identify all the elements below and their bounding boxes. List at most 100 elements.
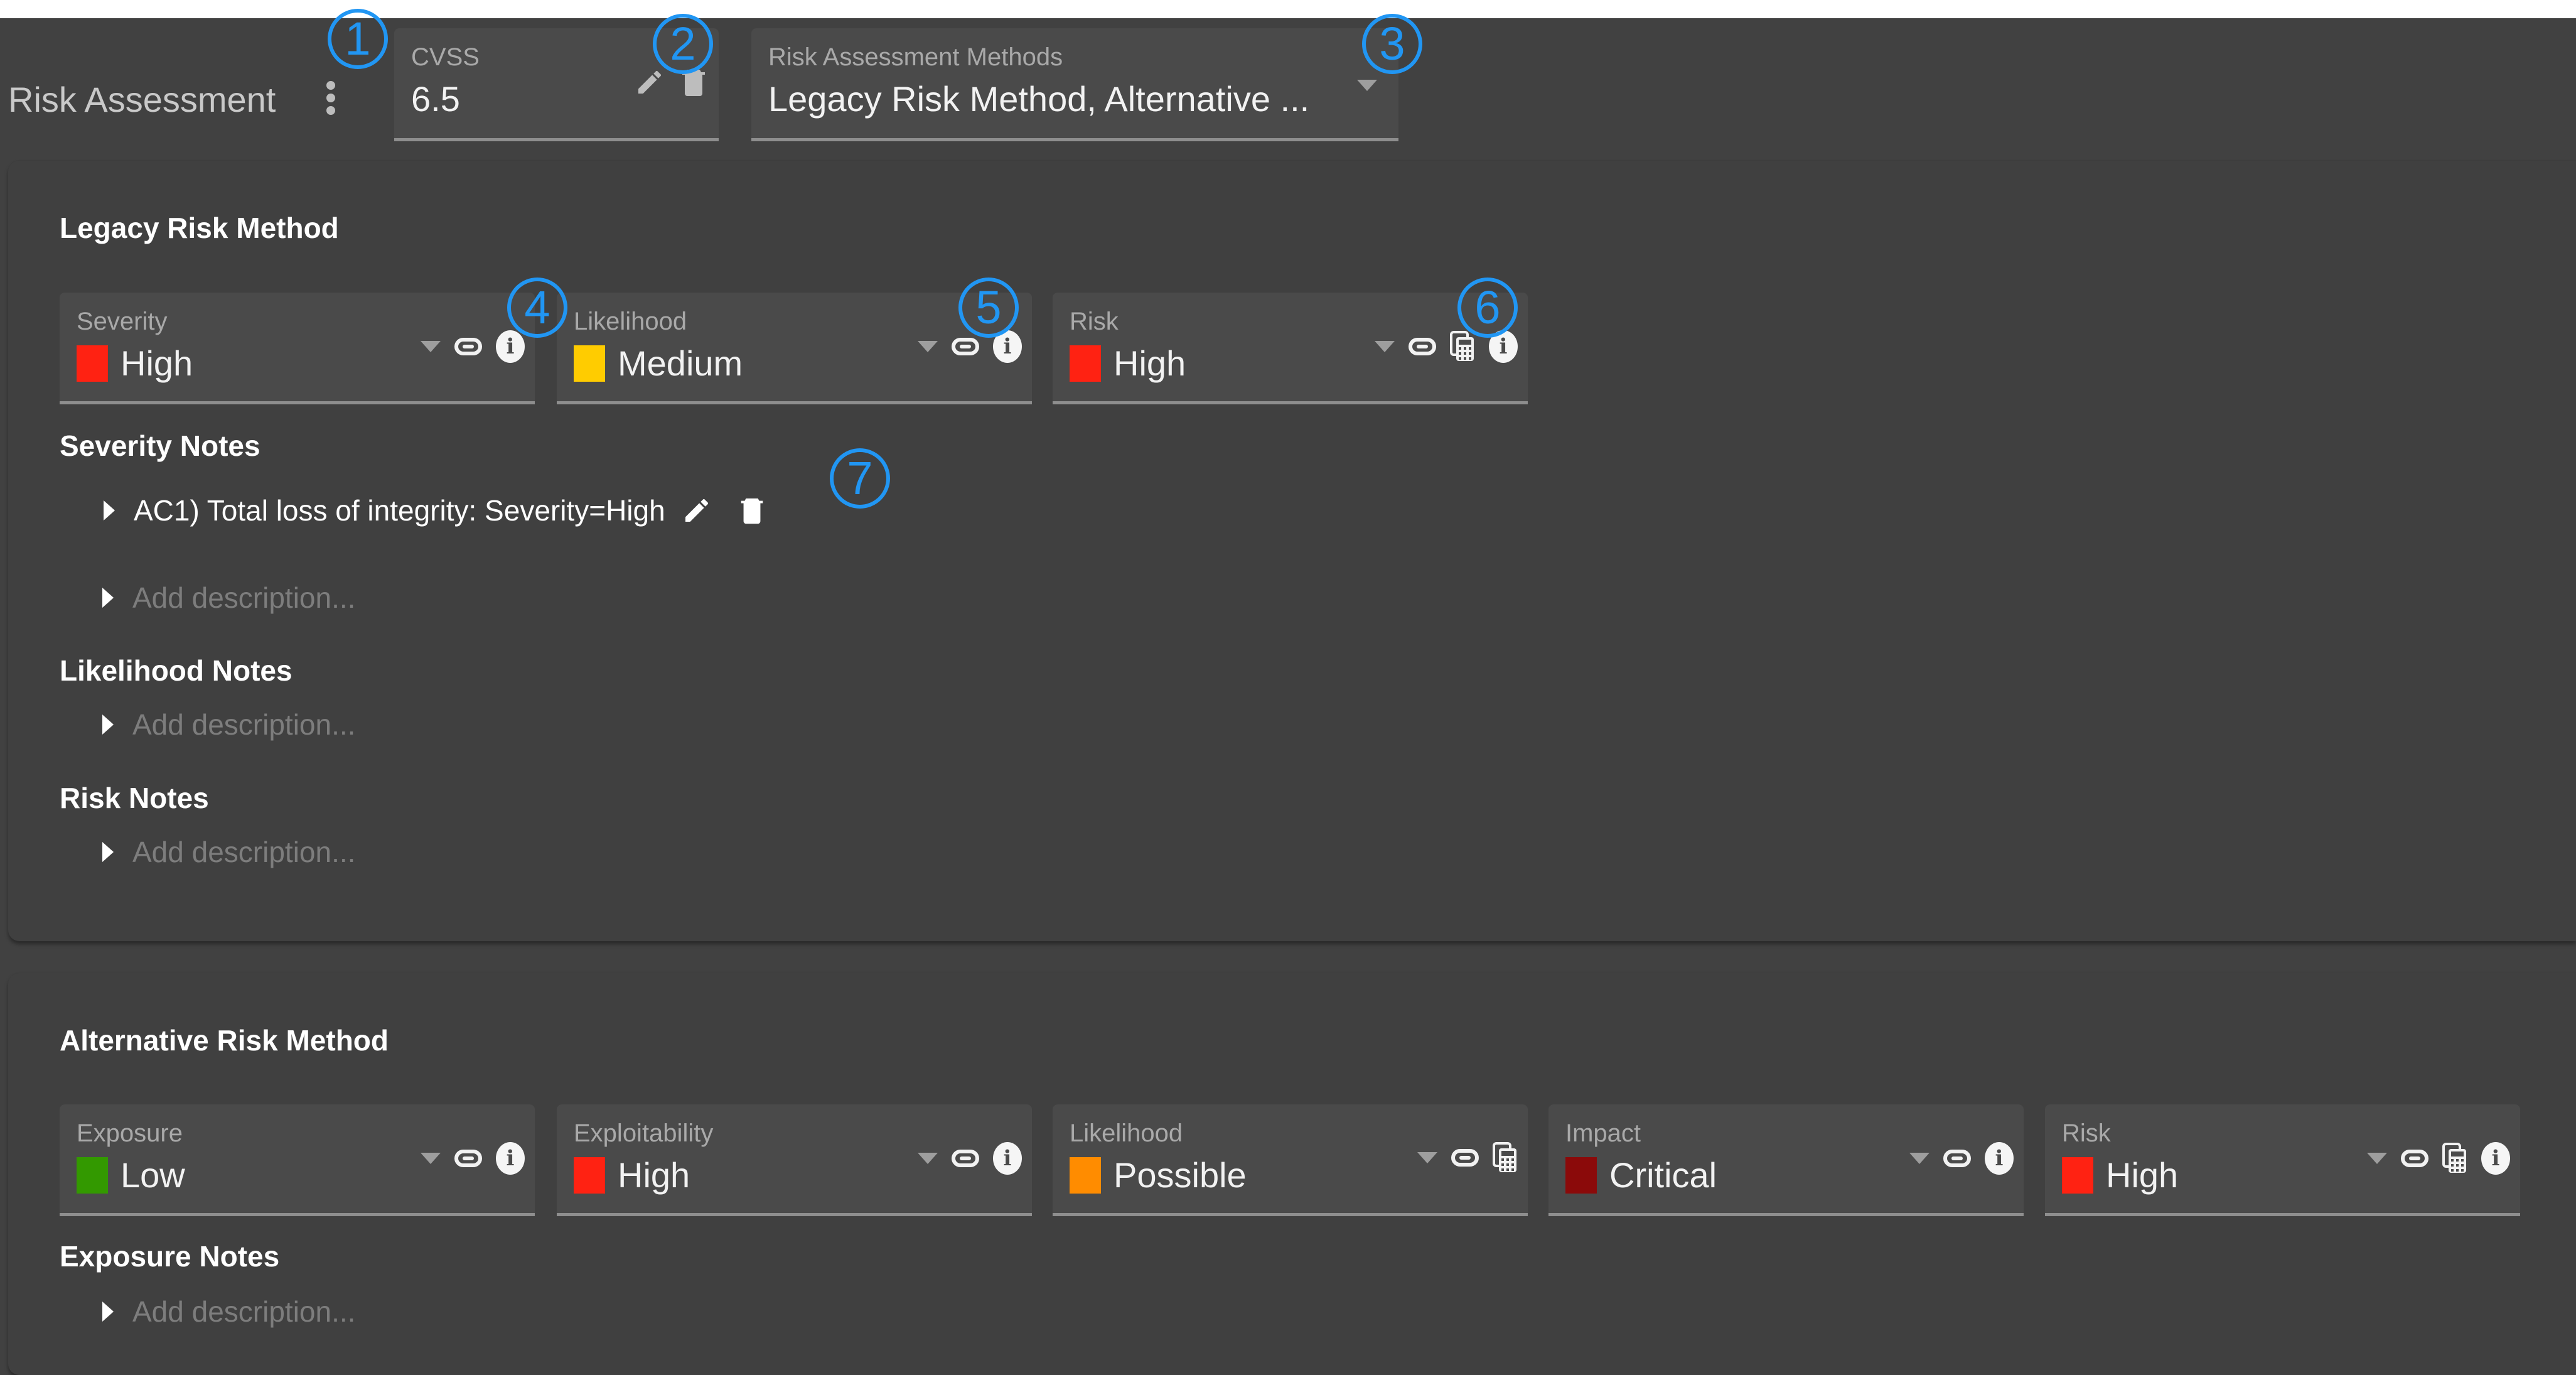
exploitability-select[interactable]: Exploitability High i	[557, 1104, 1032, 1216]
callout-6: 6	[1457, 278, 1518, 338]
exposure-add-description[interactable]: Add description...	[102, 1295, 355, 1329]
field-value: Medium	[574, 343, 743, 384]
more-vert-icon	[326, 81, 335, 90]
field-value: High	[77, 343, 193, 384]
severity-notes-title: Severity Notes	[60, 429, 260, 462]
expand-triangle-icon[interactable]	[102, 1302, 114, 1322]
level-color-swatch	[1565, 1157, 1597, 1194]
section-header-title: Risk Assessment	[8, 80, 276, 119]
info-icon[interactable]: i	[496, 1142, 525, 1175]
more-vert-dot	[326, 94, 335, 102]
info-icon[interactable]: i	[496, 330, 525, 363]
field-label: Likelihood	[1070, 1119, 1183, 1147]
dropdown-icon[interactable]	[1375, 341, 1395, 352]
likelihood-notes-title: Likelihood Notes	[60, 654, 292, 687]
likelihood-add-description[interactable]: Add description...	[102, 708, 355, 741]
severity-note-item: AC1) Total loss of integrity: Severity=H…	[104, 493, 765, 527]
level-color-swatch	[1070, 1157, 1101, 1194]
link-icon[interactable]	[1943, 1150, 1971, 1167]
info-icon[interactable]: i	[2481, 1142, 2510, 1175]
edit-icon[interactable]	[682, 495, 712, 526]
link-icon[interactable]	[454, 338, 482, 355]
link-icon[interactable]	[2401, 1150, 2428, 1167]
dropdown-icon[interactable]	[2367, 1153, 2387, 1164]
info-icon[interactable]: i	[1985, 1142, 2014, 1175]
level-color-swatch	[77, 1157, 108, 1194]
level-color-swatch	[2062, 1157, 2093, 1194]
risk-add-description[interactable]: Add description...	[102, 835, 355, 869]
edit-icon[interactable]	[635, 67, 665, 97]
level-color-swatch	[1070, 345, 1101, 382]
link-icon[interactable]	[454, 1150, 482, 1167]
expand-triangle-icon[interactable]	[102, 842, 114, 862]
link-icon[interactable]	[952, 338, 979, 355]
field-value-text: High	[121, 343, 193, 383]
impact-select[interactable]: Impact Critical i	[1548, 1104, 2024, 1216]
risk-methods-label: Risk Assessment Methods	[768, 43, 1063, 71]
expand-triangle-icon[interactable]	[102, 588, 114, 608]
severity-add-description[interactable]: Add description...	[102, 581, 355, 615]
calculator-icon[interactable]	[1493, 1142, 1518, 1173]
field-value-text: High	[2106, 1155, 2179, 1195]
severity-note-text: AC1) Total loss of integrity: Severity=H…	[134, 494, 665, 527]
field-value-text: High	[1114, 343, 1186, 383]
field-label: Likelihood	[574, 308, 687, 335]
alternative-method-title: Alternative Risk Method	[60, 1024, 389, 1057]
calculator-icon[interactable]	[1450, 331, 1475, 362]
callout-1: 1	[328, 9, 388, 69]
field-value: Critical	[1565, 1155, 1717, 1195]
legacy-risk-method-card: Legacy Risk Method Severity High i Likeliho…	[8, 160, 2576, 941]
field-label: Severity	[77, 308, 168, 335]
more-vert-dot	[326, 106, 335, 115]
field-label: Impact	[1565, 1119, 1641, 1147]
cvss-label: CVSS	[411, 43, 480, 71]
field-value: High	[2062, 1155, 2178, 1195]
more-options-button[interactable]	[321, 78, 340, 117]
dropdown-icon[interactable]	[421, 341, 441, 352]
callout-7: 7	[830, 448, 890, 509]
level-color-swatch	[574, 1157, 605, 1194]
likelihood-select[interactable]: Likelihood Possible	[1053, 1104, 1528, 1216]
field-value-text: Medium	[618, 343, 743, 383]
risk-select[interactable]: Risk High i	[2045, 1104, 2520, 1216]
add-description-placeholder[interactable]: Add description...	[132, 1295, 355, 1329]
expand-triangle-icon[interactable]	[104, 500, 115, 520]
risk-notes-title: Risk Notes	[60, 782, 209, 814]
calculator-icon[interactable]	[2442, 1143, 2467, 1174]
expand-triangle-icon[interactable]	[102, 714, 114, 735]
legacy-method-title: Legacy Risk Method	[60, 212, 339, 244]
severity-select[interactable]: Severity High i	[60, 293, 535, 404]
field-value-text: Low	[121, 1155, 185, 1195]
info-icon[interactable]: i	[993, 1142, 1022, 1175]
cvss-value: 6.5	[411, 79, 460, 119]
dropdown-icon[interactable]	[918, 341, 938, 352]
callout-5: 5	[958, 278, 1019, 338]
field-value-text: Possible	[1114, 1155, 1247, 1195]
link-icon[interactable]	[952, 1150, 979, 1167]
field-value-text: High	[618, 1155, 690, 1195]
field-label: Risk	[1070, 308, 1119, 335]
delete-icon[interactable]	[739, 496, 765, 525]
link-icon[interactable]	[1409, 338, 1436, 355]
dropdown-icon[interactable]	[1357, 80, 1377, 91]
top-strip	[0, 0, 2576, 18]
field-value: High	[574, 1155, 690, 1195]
callout-4: 4	[507, 278, 567, 338]
dropdown-icon[interactable]	[1417, 1152, 1437, 1163]
dropdown-icon[interactable]	[918, 1153, 938, 1164]
risk-methods-select[interactable]: Risk Assessment Methods Legacy Risk Meth…	[751, 28, 1398, 141]
exposure-notes-title: Exposure Notes	[60, 1240, 280, 1273]
dropdown-icon[interactable]	[421, 1153, 441, 1164]
add-description-placeholder[interactable]: Add description...	[132, 835, 355, 869]
add-description-placeholder[interactable]: Add description...	[132, 581, 355, 615]
level-color-swatch	[574, 345, 605, 382]
risk-select[interactable]: Risk High i	[1053, 293, 1528, 404]
field-value-text: Critical	[1609, 1155, 1717, 1195]
field-value: Possible	[1070, 1155, 1247, 1195]
dropdown-icon[interactable]	[1909, 1153, 1929, 1164]
link-icon[interactable]	[1451, 1149, 1479, 1167]
field-value: High	[1070, 343, 1186, 384]
exposure-select[interactable]: Exposure Low i	[60, 1104, 535, 1216]
add-description-placeholder[interactable]: Add description...	[132, 708, 355, 741]
field-label: Exposure	[77, 1119, 183, 1147]
